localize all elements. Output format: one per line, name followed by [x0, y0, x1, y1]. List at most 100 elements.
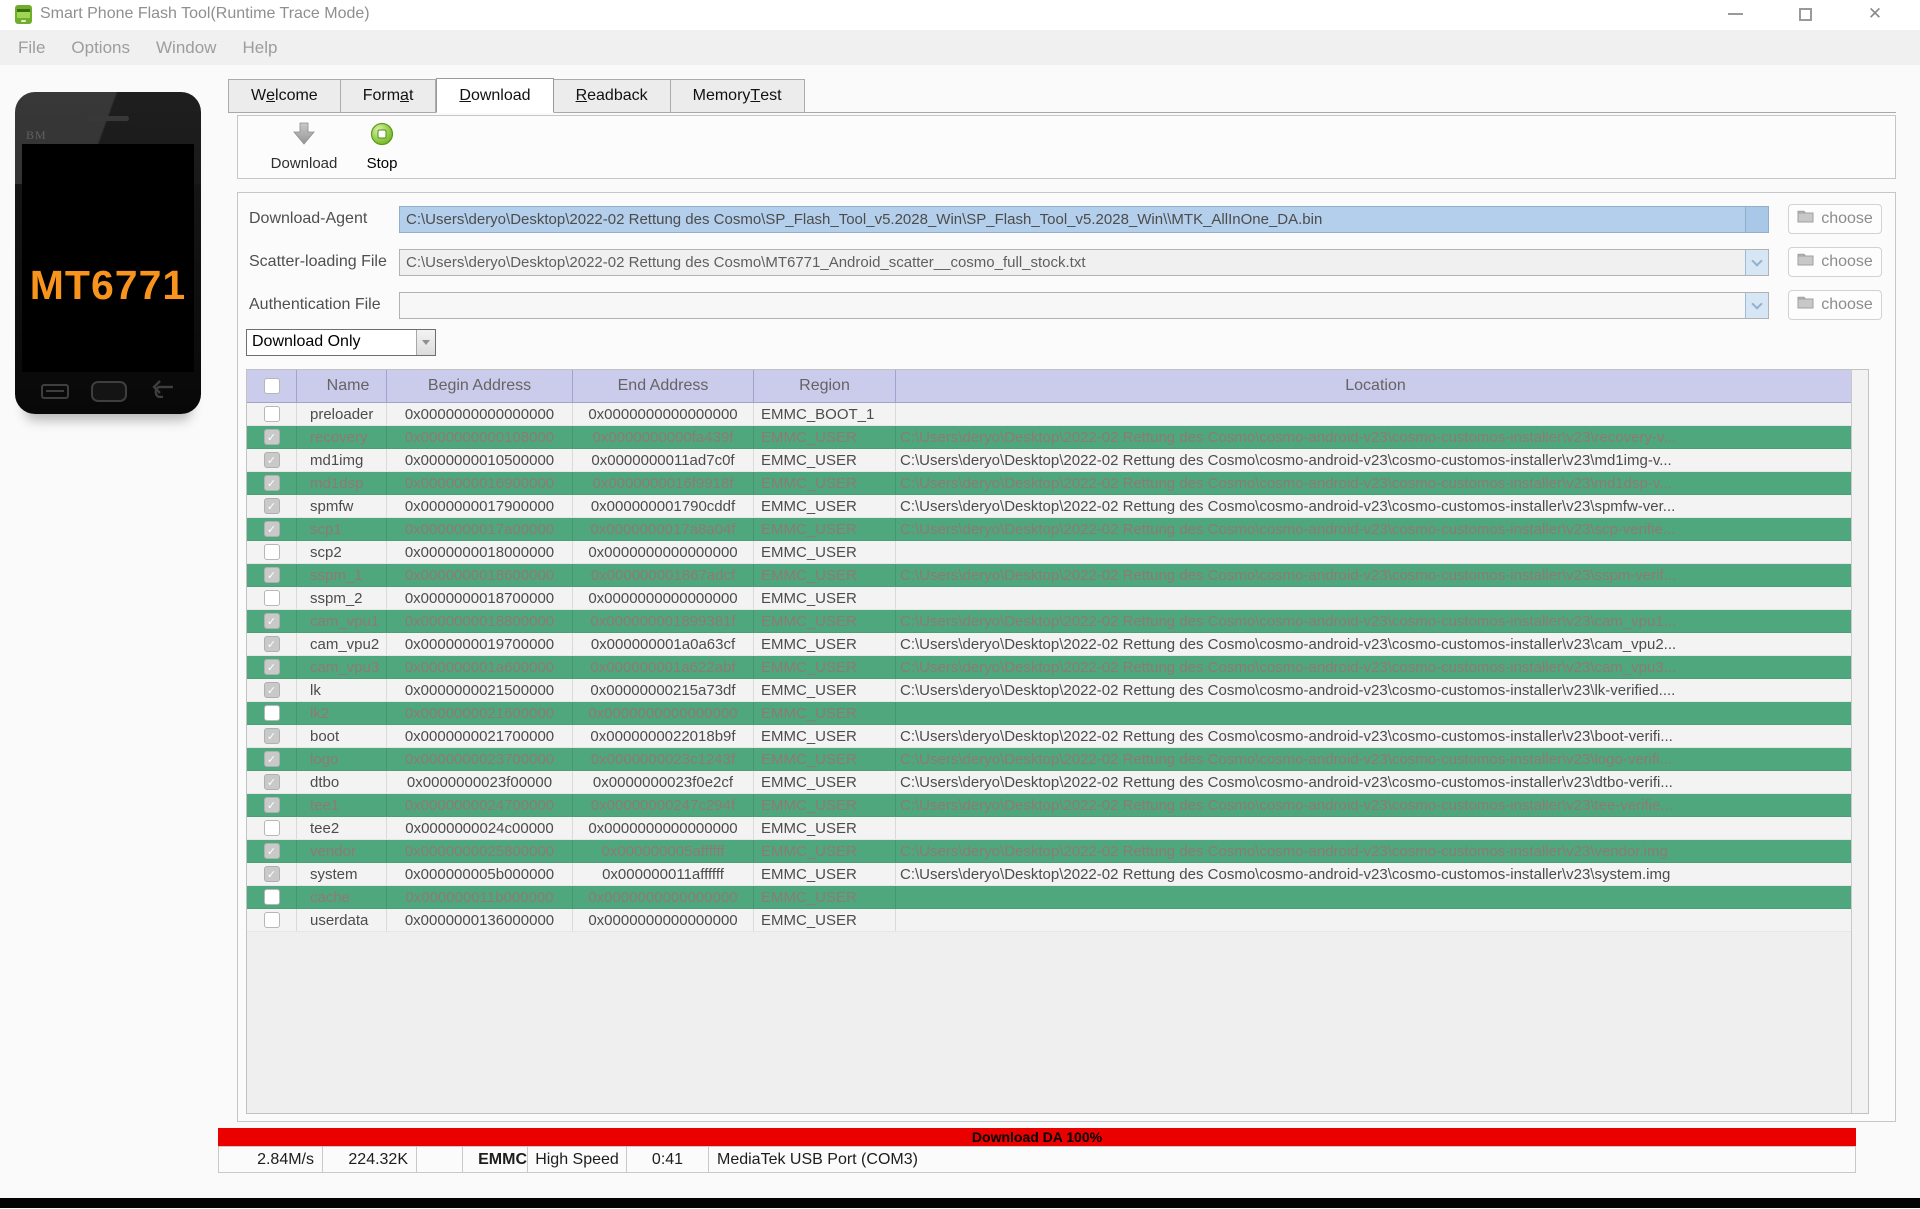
bottom-strip [0, 1198, 1920, 1208]
cell-end-address: 0x0000000000000000 [573, 817, 754, 839]
table-row[interactable]: lk2 0x0000000021600000 0x0000000000000000 E… [247, 702, 1851, 725]
menu-file[interactable]: File [5, 38, 58, 58]
row-checkbox[interactable] [263, 705, 280, 721]
row-checkbox[interactable] [263, 590, 280, 606]
table-row[interactable]: scp2 0x0000000018000000 0x0000000000000000… [247, 541, 1851, 564]
scatter-file-dropdown[interactable] [1745, 250, 1768, 275]
cell-name: cam_vpu1 [297, 610, 387, 632]
table-row[interactable]: ✓ spmfw 0x0000000017900000 0x000000001790cd… [247, 495, 1851, 518]
download-agent-field[interactable]: C:\Users\deryo\Desktop\2022-02 Rettung d… [399, 206, 1769, 233]
tab-memory-test[interactable]: Memory Test [670, 79, 805, 112]
maximize-icon [1798, 7, 1812, 21]
status-storage: EMMC [463, 1146, 528, 1173]
row-checkbox[interactable]: ✓ [263, 567, 280, 583]
row-checkbox[interactable]: ✓ [263, 751, 280, 767]
row-checkbox[interactable]: ✓ [263, 682, 280, 698]
progress-label: Download DA 100% [971, 1129, 1103, 1145]
phone-menu-icon [41, 383, 69, 399]
download-button[interactable]: Download [256, 122, 352, 172]
cell-region: EMMC_USER [754, 472, 896, 494]
row-checkbox[interactable] [263, 820, 280, 836]
app-icon [14, 5, 33, 24]
close-button[interactable]: ✕ [1852, 0, 1898, 28]
table-row[interactable]: ✓ md1dsp 0x0000000016900000 0x0000000016f99… [247, 472, 1851, 495]
table-row[interactable]: ✓ vendor 0x0000000025800000 0x000000005afff… [247, 840, 1851, 863]
minimize-icon [1727, 13, 1743, 15]
cell-location: C:\Users\deryo\Desktop\2022-02 Rettung d… [900, 428, 1676, 446]
cell-begin-address: 0x0000000021500000 [387, 679, 573, 701]
table-row[interactable]: ✓ boot 0x0000000021700000 0x0000000022018b9… [247, 725, 1851, 748]
tab-download[interactable]: Download [436, 78, 554, 113]
table-row[interactable]: sspm_2 0x0000000018700000 0x00000000000000… [247, 587, 1851, 610]
row-checkbox[interactable]: ✓ [263, 613, 280, 629]
table-row[interactable]: ✓ cam_vpu2 0x0000000019700000 0x000000001a0… [247, 633, 1851, 656]
row-checkbox[interactable] [263, 406, 280, 422]
download-agent-dropdown[interactable] [1745, 207, 1768, 232]
table-row[interactable]: ✓ dtbo 0x0000000023f00000 0x0000000023f0e2c… [247, 771, 1851, 794]
table-row[interactable]: ✓ tee1 0x0000000024700000 0x00000000247c294… [247, 794, 1851, 817]
mode-select[interactable]: Download Only [246, 329, 436, 356]
row-checkbox[interactable]: ✓ [263, 659, 280, 675]
table-row[interactable]: ✓ cam_vpu3 0x000000001a600000 0x000000001a6… [247, 656, 1851, 679]
auth-file-field[interactable] [399, 292, 1769, 319]
download-agent-choose-button[interactable]: choose [1788, 204, 1882, 234]
table-row[interactable]: ✓ lk 0x0000000021500000 0x00000000215a73df E… [247, 679, 1851, 702]
header-location[interactable]: Location [896, 370, 1851, 402]
row-checkbox[interactable] [263, 889, 280, 905]
cell-end-address: 0x00000000215a73df [573, 679, 754, 701]
cell-location: C:\Users\deryo\Desktop\2022-02 Rettung d… [900, 842, 1668, 860]
mode-select-dropdown[interactable] [416, 330, 435, 355]
tab-readback[interactable]: Readback [553, 79, 671, 112]
row-checkbox[interactable]: ✓ [263, 452, 280, 468]
row-checkbox[interactable]: ✓ [263, 728, 280, 744]
row-checkbox[interactable]: ✓ [263, 498, 280, 514]
row-checkbox[interactable]: ✓ [263, 843, 280, 859]
cell-location: C:\Users\deryo\Desktop\2022-02 Rettung d… [900, 612, 1677, 630]
cell-name: logo [297, 748, 387, 770]
cell-location: C:\Users\deryo\Desktop\2022-02 Rettung d… [900, 566, 1677, 584]
table-row[interactable]: ✓ logo 0x0000000023700000 0x0000000023c1243… [247, 748, 1851, 771]
row-checkbox[interactable]: ✓ [263, 475, 280, 491]
header-region[interactable]: Region [754, 370, 896, 402]
scatter-file-choose-button[interactable]: choose [1788, 247, 1882, 277]
table-row[interactable]: tee2 0x0000000024c00000 0x0000000000000000… [247, 817, 1851, 840]
table-row[interactable]: ✓ md1img 0x0000000010500000 0x0000000011ad7… [247, 449, 1851, 472]
row-checkbox[interactable]: ✓ [263, 797, 280, 813]
minimize-button[interactable] [1712, 0, 1758, 28]
scatter-file-field[interactable]: C:\Users\deryo\Desktop\2022-02 Rettung d… [399, 249, 1769, 276]
table-empty-area [247, 932, 1851, 1113]
auth-file-label: Authentication File [249, 296, 381, 313]
table-row[interactable]: ✓ cam_vpu1 0x0000000018800000 0x00000000189… [247, 610, 1851, 633]
menu-help[interactable]: Help [229, 38, 290, 58]
row-checkbox[interactable] [263, 912, 280, 928]
header-begin-address[interactable]: Begin Address [387, 370, 573, 402]
tab-format[interactable]: Form a t [340, 79, 437, 112]
row-checkbox[interactable]: ✓ [263, 429, 280, 445]
menu-options[interactable]: Options [58, 38, 143, 58]
row-checkbox[interactable]: ✓ [263, 636, 280, 652]
table-row[interactable]: cache 0x000000011b000000 0x000000000000000… [247, 886, 1851, 909]
scatter-file-row: Scatter-loading File C:\Users\deryo\Desk… [238, 247, 1895, 277]
tab-welcome[interactable]: We lcome [228, 79, 341, 112]
table-row[interactable]: ✓ scp1 0x0000000017a00000 0x0000000017a8a04… [247, 518, 1851, 541]
row-checkbox[interactable]: ✓ [263, 866, 280, 882]
select-all-checkbox[interactable] [263, 378, 280, 394]
header-name[interactable]: Name [297, 370, 387, 402]
row-checkbox[interactable]: ✓ [263, 774, 280, 790]
table-row[interactable]: ✓ sspm_1 0x0000000018600000 0x000000001867a… [247, 564, 1851, 587]
row-checkbox[interactable]: ✓ [263, 521, 280, 537]
table-scrollbar[interactable] [1851, 370, 1868, 1113]
cell-name: md1img [297, 449, 387, 471]
header-end-address[interactable]: End Address [573, 370, 754, 402]
menu-window[interactable]: Window [143, 38, 229, 58]
auth-file-dropdown[interactable] [1745, 293, 1768, 318]
table-row[interactable]: ✓ system 0x000000005b000000 0x000000011afff… [247, 863, 1851, 886]
table-row[interactable]: preloader 0x0000000000000000 0x00000000000… [247, 403, 1851, 426]
cell-end-address: 0x000000011affffff [573, 863, 754, 885]
stop-button[interactable]: Stop [352, 122, 412, 172]
table-row[interactable]: userdata 0x0000000136000000 0x000000000000… [247, 909, 1851, 932]
table-row[interactable]: ✓ recovery 0x0000000000108000 0x0000000000f… [247, 426, 1851, 449]
auth-file-choose-button[interactable]: choose [1788, 290, 1882, 320]
row-checkbox[interactable] [263, 544, 280, 560]
maximize-button[interactable] [1782, 0, 1828, 28]
